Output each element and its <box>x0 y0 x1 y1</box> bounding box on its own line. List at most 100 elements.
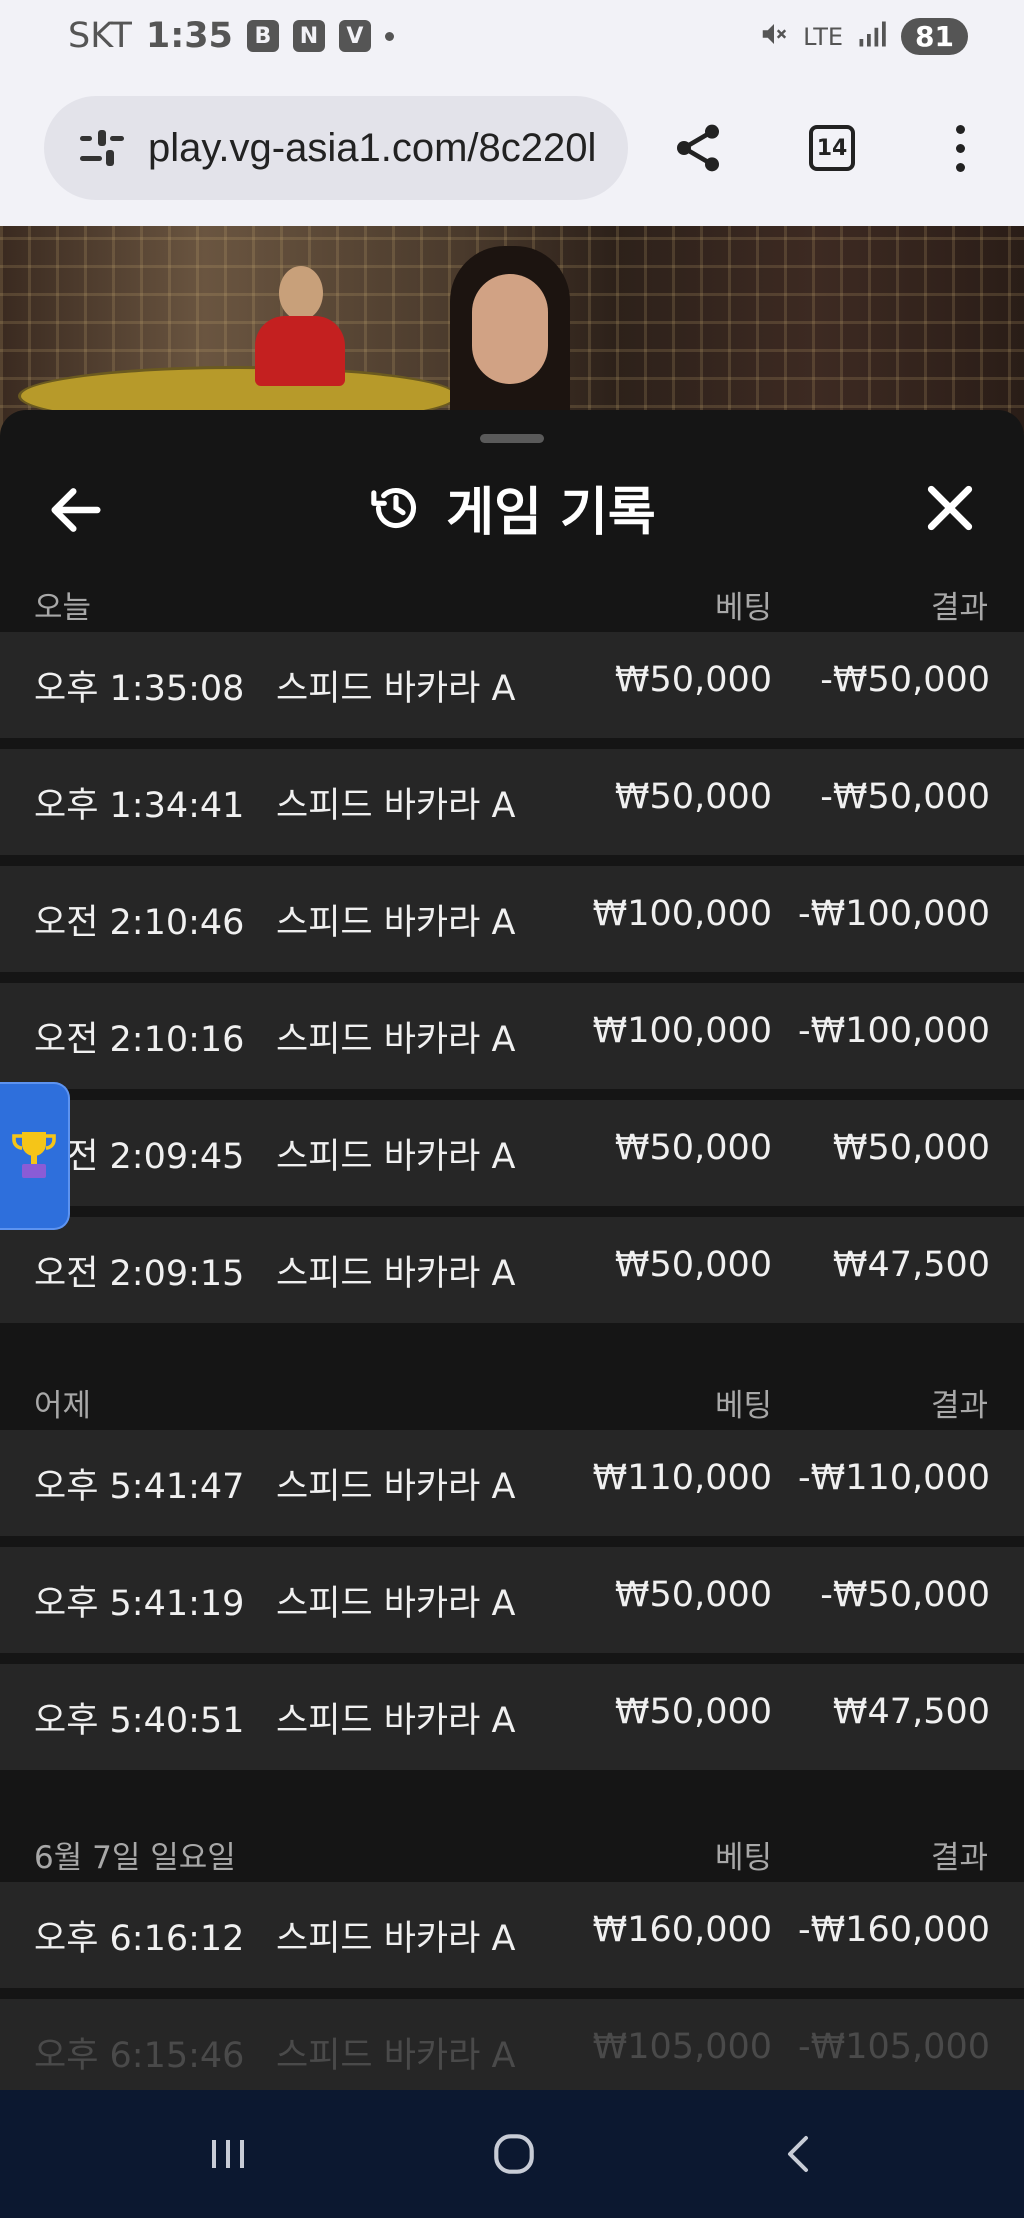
system-nav-bar <box>0 2090 1024 2218</box>
row-result: -₩50,000 <box>820 1575 990 1615</box>
recent-apps-button[interactable] <box>168 2110 288 2198</box>
row-time: 오후 5:40:51 <box>34 1701 245 1741</box>
section-date: 오늘 <box>34 590 92 626</box>
history-row[interactable]: 오후 5:40:51 스피드 바카라 A ₩50,000 ₩47,500 <box>0 1664 1024 1770</box>
system-back-button[interactable] <box>740 2110 860 2198</box>
history-row[interactable]: 오전 2:10:16 스피드 바카라 A ₩100,000 -₩100,000 <box>0 983 1024 1089</box>
row-result: ₩50,000 <box>832 1128 990 1168</box>
foreground-dealer <box>450 246 570 436</box>
menu-dot-icon <box>955 162 965 172</box>
close-button[interactable] <box>918 476 982 540</box>
recents-icon <box>212 2140 244 2168</box>
row-game: 스피드 바카라 A <box>276 1584 516 1624</box>
browser-toolbar: play.vg-asia1.com/8c220l 14 <box>0 80 1024 226</box>
row-bet: ₩100,000 <box>592 1011 772 1051</box>
menu-dot-icon <box>955 124 965 134</box>
share-button[interactable] <box>658 108 738 188</box>
history-icon <box>371 487 417 528</box>
row-game: 스피드 바카라 A <box>276 786 516 826</box>
row-time: 오전 2:10:46 <box>34 903 245 943</box>
row-bet: ₩160,000 <box>592 1910 772 1950</box>
drag-handle[interactable] <box>480 434 544 443</box>
overflow-menu-button[interactable] <box>920 108 1000 188</box>
row-bet: ₩105,000 <box>592 2027 772 2067</box>
menu-dot-icon <box>955 143 965 153</box>
row-result: -₩105,000 <box>798 2027 990 2067</box>
url-bar[interactable]: play.vg-asia1.com/8c220l <box>44 96 628 200</box>
tab-count: 14 <box>809 125 855 171</box>
row-result: -₩110,000 <box>798 1458 990 1498</box>
chevron-left-icon <box>788 2136 808 2172</box>
row-result: ₩47,500 <box>832 1692 990 1732</box>
row-game: 스피드 바카라 A <box>276 1254 516 1294</box>
more-notifications-dot-icon <box>384 31 394 41</box>
lte-icon: LTE <box>803 22 844 51</box>
share-icon <box>677 124 719 172</box>
row-bet: ₩50,000 <box>614 660 772 700</box>
row-result: -₩160,000 <box>798 1910 990 1950</box>
result-column-header: 결과 <box>930 590 988 626</box>
row-game: 스피드 바카라 A <box>276 1919 516 1959</box>
row-time: 오전 2:10:16 <box>34 1020 245 1060</box>
bet-column-header: 베팅 <box>714 1388 772 1424</box>
bet-column-header: 베팅 <box>714 1840 772 1876</box>
row-time: 오후 5:41:19 <box>34 1584 245 1624</box>
row-game: 스피드 바카라 A <box>276 1467 516 1507</box>
bet-column-header: 베팅 <box>714 590 772 626</box>
row-bet: ₩110,000 <box>592 1458 772 1498</box>
row-bet: ₩50,000 <box>614 777 772 817</box>
row-game: 스피드 바카라 A <box>276 1137 516 1177</box>
row-game: 스피드 바카라 A <box>276 669 516 709</box>
row-result: -₩100,000 <box>798 1011 990 1051</box>
row-result: ₩47,500 <box>832 1245 990 1285</box>
row-time: 오후 6:15:46 <box>34 2036 245 2076</box>
history-row[interactable]: 오전 2:10:46 스피드 바카라 A ₩100,000 -₩100,000 <box>0 866 1024 972</box>
row-time: 오후 5:41:47 <box>34 1467 245 1507</box>
signal-icon <box>857 19 887 55</box>
history-row[interactable]: 오후 1:34:41 스피드 바카라 A ₩50,000 -₩50,000 <box>0 749 1024 855</box>
trophy-icon <box>12 1132 56 1178</box>
url-text[interactable]: play.vg-asia1.com/8c220l <box>148 126 596 171</box>
row-bet: ₩50,000 <box>614 1245 772 1285</box>
history-row[interactable]: 오후 5:41:19 스피드 바카라 A ₩50,000 -₩50,000 <box>0 1547 1024 1653</box>
home-button[interactable] <box>454 2110 574 2198</box>
row-result: -₩50,000 <box>820 660 990 700</box>
notification-v-icon: V <box>338 20 371 52</box>
mute-icon <box>759 19 789 55</box>
close-icon <box>927 485 973 531</box>
live-video-stream <box>0 226 1024 436</box>
leaderboard-tab[interactable] <box>0 1082 70 1230</box>
tab-switcher-button[interactable]: 14 <box>792 108 872 188</box>
row-bet: ₩100,000 <box>592 894 772 934</box>
clock: 1:35 <box>145 16 233 56</box>
history-row[interactable]: 오후 5:41:47 스피드 바카라 A ₩110,000 -₩110,000 <box>0 1430 1024 1536</box>
panel-header: 게임 기록 <box>0 450 1024 560</box>
row-bet: ₩50,000 <box>614 1128 772 1168</box>
background-dealer <box>255 266 345 386</box>
site-settings-icon[interactable] <box>80 128 124 168</box>
history-row[interactable]: 오전 2:09:45 스피드 바카라 A ₩50,000 ₩50,000 <box>0 1100 1024 1206</box>
section-date: 6월 7일 일요일 <box>34 1840 236 1876</box>
history-row[interactable]: 오전 2:09:15 스피드 바카라 A ₩50,000 ₩47,500 <box>0 1217 1024 1323</box>
section-date: 어제 <box>34 1388 92 1424</box>
row-bet: ₩50,000 <box>614 1692 772 1732</box>
history-row[interactable]: 오후 1:35:08 스피드 바카라 A ₩50,000 -₩50,000 <box>0 632 1024 738</box>
battery-indicator: 81 <box>901 18 968 55</box>
status-bar: SKT 1:35 B N V LTE 81 <box>0 0 1024 80</box>
row-time: 오후 1:35:08 <box>34 669 245 709</box>
row-game: 스피드 바카라 A <box>276 1701 516 1741</box>
history-row[interactable]: 오후 6:15:46 스피드 바카라 A ₩105,000 -₩105,000 <box>0 1999 1024 2090</box>
row-result: -₩50,000 <box>820 777 990 817</box>
row-time: 오후 1:34:41 <box>34 786 245 826</box>
notification-b-icon: B <box>246 20 279 52</box>
row-game: 스피드 바카라 A <box>276 903 516 943</box>
history-row[interactable]: 오후 6:16:12 스피드 바카라 A ₩160,000 -₩160,000 <box>0 1882 1024 1988</box>
row-time: 오후 6:16:12 <box>34 1919 245 1959</box>
game-history-panel: 게임 기록 오늘 베팅 결과 오후 1:35:08 스피드 바카라 A ₩50,… <box>0 410 1024 2090</box>
row-result: -₩100,000 <box>798 894 990 934</box>
row-game: 스피드 바카라 A <box>276 2036 516 2076</box>
result-column-header: 결과 <box>930 1840 988 1876</box>
row-game: 스피드 바카라 A <box>276 1020 516 1060</box>
carrier-label: SKT <box>68 16 132 56</box>
row-time: 오전 2:09:15 <box>34 1254 245 1294</box>
